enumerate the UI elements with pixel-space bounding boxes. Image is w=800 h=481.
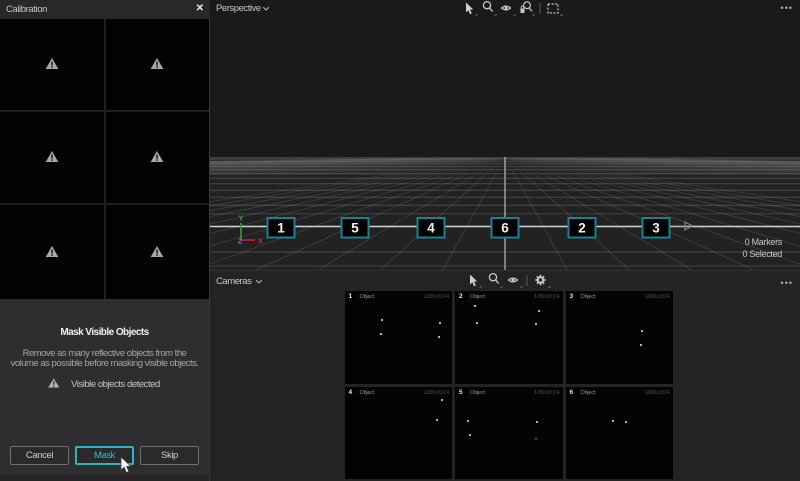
svg-text:5: 5 xyxy=(351,221,359,236)
svg-text:1: 1 xyxy=(277,221,285,236)
svg-text:Z: Z xyxy=(238,237,243,246)
svg-text:3: 3 xyxy=(652,221,660,236)
svg-text:6: 6 xyxy=(501,221,509,236)
svg-text:4: 4 xyxy=(427,221,435,236)
svg-text:X: X xyxy=(258,237,263,246)
svg-text:Y: Y xyxy=(238,214,243,223)
svg-text:2: 2 xyxy=(578,221,586,236)
